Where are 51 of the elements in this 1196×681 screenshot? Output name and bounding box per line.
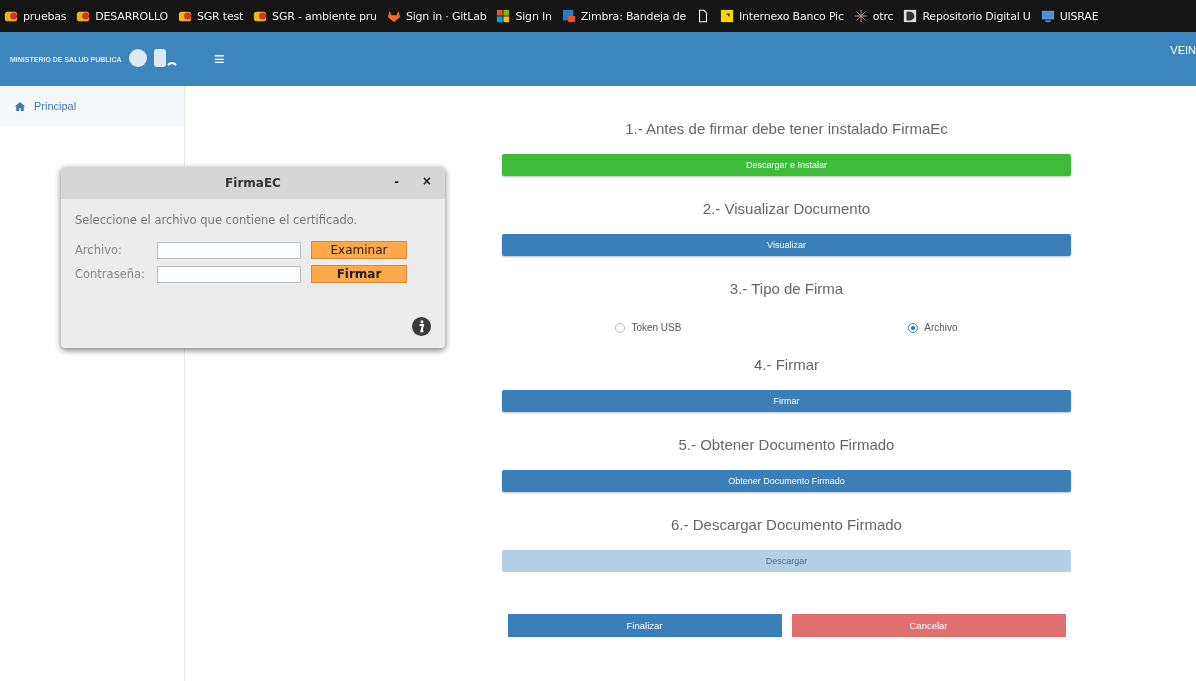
fox-icon [386, 9, 401, 23]
bookmark-icon [253, 9, 268, 23]
bookmark[interactable]: otrc [853, 9, 894, 23]
step-button[interactable]: Obtener Documento Firmado [502, 470, 1071, 492]
step-title: 1.- Antes de firmar debe tener instalado FirmaEc [625, 120, 948, 139]
letter-d-icon [903, 9, 918, 23]
page-icon [696, 9, 710, 23]
bookmark-icon [177, 9, 192, 23]
bookmark[interactable]: Internexo Banco Pic [720, 9, 844, 23]
step-title: 4.- Firmar [754, 356, 819, 375]
bookmark[interactable]: Sign In [496, 9, 552, 23]
field-label: Archivo: [75, 243, 123, 257]
field-label: Contraseña: [75, 267, 146, 281]
radio-option[interactable]: Archivo [908, 322, 958, 333]
bookmark[interactable]: Sign in · GitLab [386, 9, 487, 23]
asterisk-icon [853, 9, 868, 23]
windows-icon [496, 9, 511, 23]
action-button[interactable]: Finalizar [507, 614, 782, 637]
zimbra-icon [561, 9, 576, 23]
bookmark[interactable]: SGR - ambiente pru [253, 9, 377, 23]
sidebar-item[interactable]: Principal [0, 86, 184, 126]
bookmark-icon [76, 9, 91, 23]
dialog-button[interactable]: Firmar [311, 265, 407, 283]
dialog-button[interactable]: Examinar [311, 241, 407, 259]
bookmark[interactable]: pruebas [4, 9, 67, 23]
step-title: 3.- Tipo de Firma [729, 280, 844, 299]
input-field[interactable] [157, 241, 301, 259]
step-title: 6.- Descargar Documento Firmado [671, 516, 902, 535]
user-name: VEIN [1170, 44, 1196, 56]
menu-button[interactable]: ≡ [210, 48, 229, 70]
close-button[interactable]: × [420, 173, 433, 189]
step-title: 5.- Obtener Documento Firmado [678, 436, 895, 455]
dialog-title: FirmaEC [225, 176, 281, 190]
bookmark[interactable]: SGR test [177, 9, 244, 23]
bookmark[interactable]: DESARROLLO [76, 9, 168, 23]
step-title: 2.- Visualizar Documento [702, 200, 871, 219]
square-icon [720, 9, 734, 23]
step-button[interactable]: Firmar [502, 390, 1071, 412]
radio-option[interactable]: Token USB [615, 322, 682, 333]
step-button[interactable]: Visualizar [502, 234, 1071, 256]
bookmark[interactable]: Zimbra: Bandeja de [561, 9, 686, 23]
dialog-message: Seleccione el archivo que contiene el certificado. [75, 213, 359, 227]
minimize-button[interactable]: - [392, 173, 401, 189]
info-icon[interactable] [412, 317, 431, 336]
monitor-icon [1040, 9, 1055, 23]
bookmark[interactable]: Repositorio Digital U [903, 9, 1031, 23]
bookmark-icon [4, 9, 18, 23]
bookmark[interactable] [696, 9, 710, 23]
input-field[interactable] [157, 265, 301, 283]
home-icon [14, 100, 26, 112]
bookmark[interactable]: UISRAE [1040, 9, 1099, 23]
